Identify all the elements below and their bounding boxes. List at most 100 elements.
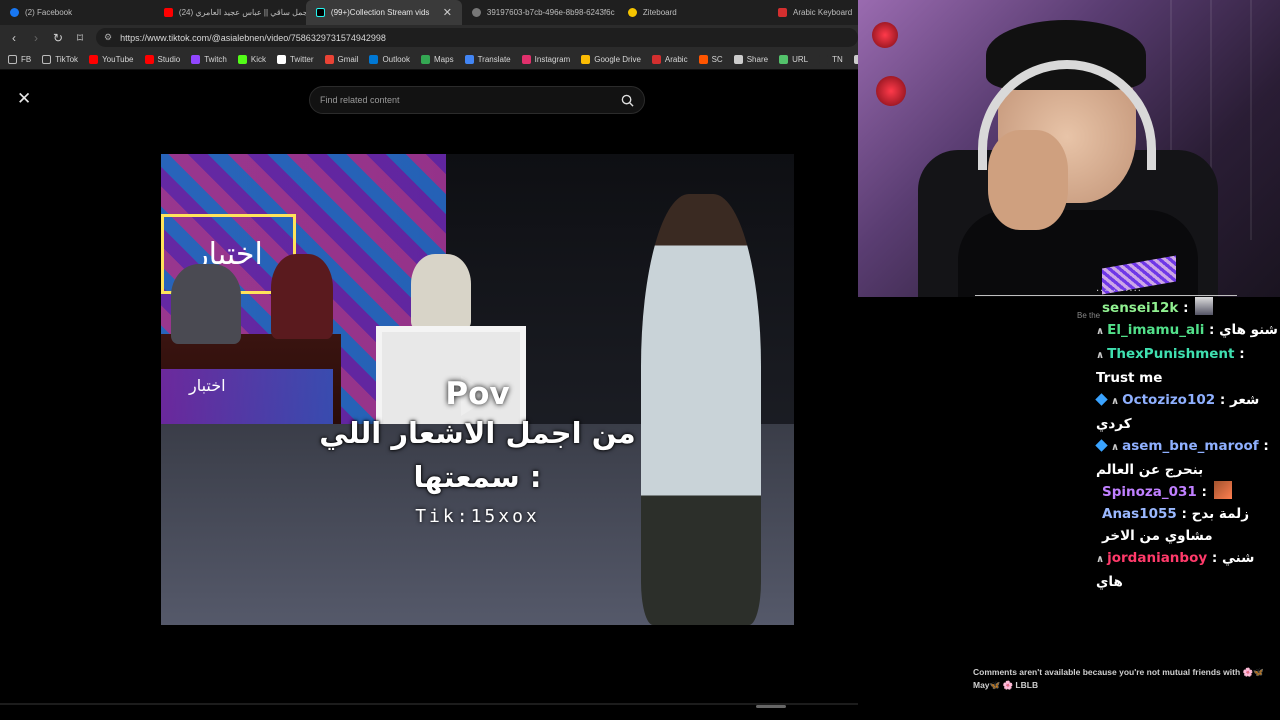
video-caption-line-1: من اجمل الاشعار اللي <box>319 416 636 450</box>
tab-youtube[interactable]: (24) اجمل ساقي || عباس عجيد العامري <box>154 0 310 25</box>
bookmark-label: Twitter <box>289 55 314 64</box>
keyboard-icon <box>778 8 787 17</box>
chevron-badge-icon: ∧ <box>1096 350 1105 361</box>
bookmark-label: Translate <box>477 55 511 64</box>
chat-username[interactable]: Spinoza_031 <box>1102 484 1197 500</box>
bookmark-youtube[interactable]: YouTube <box>89 55 134 64</box>
share-icon <box>733 55 743 64</box>
chat-message: ∧ jordanianboy : شني هاي <box>1096 547 1280 593</box>
judge-right-figure <box>411 254 471 329</box>
chat-separator: : <box>1178 300 1194 316</box>
ziteboard-icon <box>627 8 637 17</box>
bookmark-label: YouTube <box>102 55 134 64</box>
close-icon[interactable]: ✕ <box>17 89 31 109</box>
chat-username[interactable]: Anas1055 <box>1102 506 1177 522</box>
red-light-1 <box>872 22 898 48</box>
bookmark-share[interactable]: Share <box>733 55 768 64</box>
globe-icon <box>471 8 481 17</box>
chat-overlay: ........... sensei12k : ∧ El_imamu_ali : … <box>1095 283 1280 593</box>
tab-tiktok-active[interactable]: (99+)Collection Stream vids crea ✕ <box>305 0 462 25</box>
bookmark-twitch[interactable]: Twitch <box>191 55 227 64</box>
gmail-icon <box>324 55 334 64</box>
folder-icon <box>8 55 17 64</box>
keyboard-icon <box>651 55 661 64</box>
bookmark-icon[interactable]: ⌑ <box>74 31 86 45</box>
bookmark-label: FB <box>21 55 32 64</box>
chat-separator: : <box>1207 550 1222 566</box>
bookmark-fb[interactable]: FB <box>8 55 31 64</box>
back-icon[interactable]: ‹ <box>8 31 20 45</box>
tab-label: Ziteboard <box>642 8 677 17</box>
outlook-icon <box>369 55 379 64</box>
forward-icon[interactable]: › <box>30 31 42 45</box>
search-box[interactable] <box>309 86 645 114</box>
video-player[interactable]: ﺍﺧﺘﺒﺎﺭ ﺍﺧﺘﺒﺎﺭ Pov من اجمل الاشعار اللي س… <box>161 154 794 625</box>
bookmark-label: Google Drive <box>594 55 641 64</box>
url-text: https://www.tiktok.com/@asialebnen/video… <box>120 32 386 43</box>
bookmark-tn[interactable]: TN <box>819 55 843 64</box>
drive-icon <box>581 55 591 64</box>
bookmarks-bar: FB TikTok YouTube Studio Twitch Kick Twitter Gm… <box>0 50 858 70</box>
translate-icon <box>464 55 474 64</box>
tab-arabic-keyboard[interactable]: Arabic Keyboard <box>768 0 858 25</box>
bookmark-kick[interactable]: Kick <box>237 55 266 64</box>
chat-message-list: sensei12k : ∧ El_imamu_ali : شنو هاي ∧ Thex… <box>1095 297 1280 593</box>
site-info-icon[interactable]: ⚙ <box>104 32 112 43</box>
tab-ziteboard[interactable]: Ziteboard <box>618 0 768 25</box>
kick-icon <box>237 55 247 64</box>
chevron-badge-icon: ∧ <box>1096 554 1105 565</box>
bookmark-maps[interactable]: Maps <box>421 55 454 64</box>
bookmark-label: SC <box>711 55 723 64</box>
chat-message: ∧ asem_bne_maroof : بنحرج عن العالم <box>1095 435 1280 481</box>
bookmark-label: Maps <box>434 55 454 64</box>
x-icon <box>276 55 286 64</box>
scrollbar-thumb[interactable] <box>756 705 786 708</box>
chat-emote-icon <box>1195 297 1214 315</box>
reload-icon[interactable]: ↻ <box>52 31 64 45</box>
chat-username[interactable]: El_imamu_ali <box>1107 322 1204 338</box>
chat-separator: : <box>1196 484 1212 500</box>
search-icon[interactable] <box>621 94 634 107</box>
bookmark-translate[interactable]: Translate <box>464 55 511 64</box>
address-bar-row: ‹ › ↻ ⌑ ⚙ https://www.tiktok.com/@asiale… <box>0 25 858 50</box>
folder-icon <box>42 55 52 64</box>
chat-username[interactable]: jordanianboy <box>1107 550 1207 566</box>
chat-username[interactable]: Octozizo102 <box>1122 392 1215 408</box>
chat-text: Trust me <box>1096 370 1163 386</box>
bookmark-gmail[interactable]: Gmail <box>324 55 358 64</box>
bookmark-twitter[interactable]: Twitter <box>276 55 314 64</box>
chat-separator: : <box>1258 438 1269 454</box>
chat-separator: : <box>1234 346 1245 362</box>
subscriber-badge-icon <box>1095 393 1108 406</box>
bookmark-google-drive[interactable]: Google Drive <box>581 55 641 64</box>
tab-label: Arabic Keyboard <box>793 8 853 17</box>
chat-separator: : <box>1204 322 1220 338</box>
chat-text: شنو هاي <box>1219 322 1278 338</box>
chat-username[interactable]: ThexPunishment <box>1107 346 1234 362</box>
video-caption-line-2: سمعتها : <box>413 460 542 494</box>
youtube-icon <box>89 55 99 64</box>
streamer-hand <box>988 130 1068 230</box>
close-tab-icon[interactable]: ✕ <box>443 6 452 19</box>
video-caption-pov: Pov <box>445 376 510 412</box>
bookmark-studio[interactable]: Studio <box>144 55 180 64</box>
search-input[interactable] <box>320 95 621 105</box>
bookmark-sc[interactable]: SC <box>698 55 723 64</box>
tab-uuid[interactable]: 39197603-b7cb-496e-8b98-6243f6c <box>462 0 618 25</box>
bookmark-outlook[interactable]: Outlook <box>369 55 410 64</box>
bookmark-arabic[interactable]: Arabic <box>651 55 688 64</box>
bookmark-url[interactable]: URL <box>779 55 808 64</box>
chat-username[interactable]: sensei12k <box>1102 300 1178 316</box>
tab-facebook[interactable]: (2) Facebook <box>0 0 154 25</box>
chevron-badge-icon: ∧ <box>1096 326 1105 337</box>
url-field[interactable]: ⚙ https://www.tiktok.com/@asialebnen/vid… <box>96 28 858 47</box>
browser-tab-bar: (2) Facebook (24) اجمل ساقي || عباس عجيد… <box>0 0 858 25</box>
bookmark-instagram[interactable]: Instagram <box>521 55 570 64</box>
maps-icon <box>421 55 431 64</box>
bookmark-tiktok[interactable]: TikTok <box>42 55 78 64</box>
chat-message: sensei12k : <box>1096 297 1280 319</box>
bookmark-label: Outlook <box>382 55 411 64</box>
chat-separator: : <box>1176 506 1192 522</box>
chat-username[interactable]: asem_bne_maroof <box>1122 438 1259 454</box>
chat-message: Anas1055 : زلمة بدح مشاوي من الاخر <box>1096 503 1280 547</box>
